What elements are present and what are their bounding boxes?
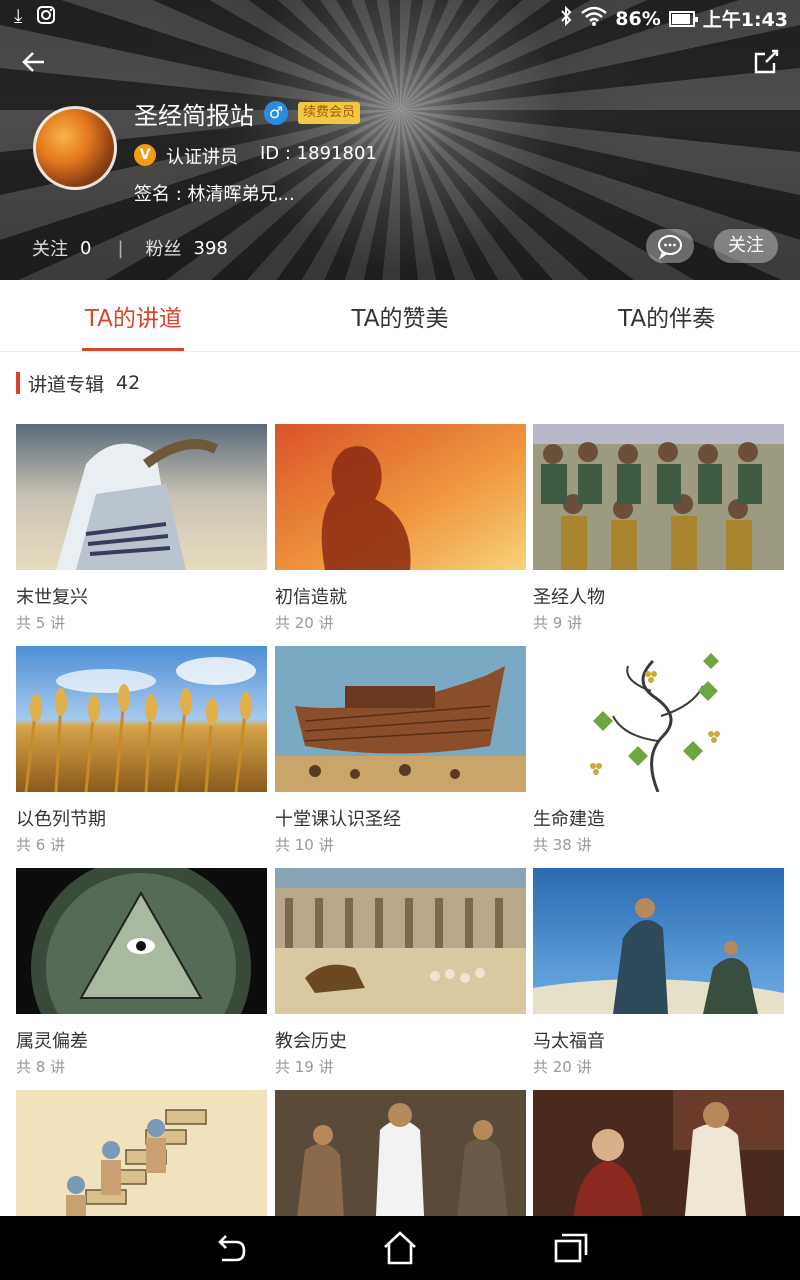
home-icon xyxy=(384,1231,416,1265)
album-lesson-count: 共 9 讲 xyxy=(533,614,583,632)
message-button[interactable] xyxy=(646,229,694,263)
album-lesson-count: 共 19 讲 xyxy=(275,1058,334,1076)
profile-stats: 关注 0 | 粉丝 398 xyxy=(32,235,254,261)
album-title: 圣经人物 xyxy=(533,587,605,608)
album-thumbnail[interactable] xyxy=(533,646,784,792)
certification-label: 认证讲员 xyxy=(166,147,238,168)
nav-back-button[interactable] xyxy=(212,1230,248,1266)
album-thumbnail[interactable] xyxy=(16,1090,267,1236)
album-lesson-count: 共 38 讲 xyxy=(533,836,592,854)
bluetooth-icon xyxy=(559,5,573,31)
album-lesson-count: 共 5 讲 xyxy=(16,614,66,632)
album-title: 教会历史 xyxy=(275,1031,347,1052)
clock: 上午1:43 xyxy=(702,9,788,31)
album-thumbnail[interactable] xyxy=(16,646,267,792)
signature: 签名 : 林清晖弟兄... xyxy=(134,184,295,205)
section-title: 讲道专辑 xyxy=(28,373,105,396)
avatar[interactable] xyxy=(33,106,117,190)
back-button[interactable] xyxy=(20,48,52,80)
battery-percent: 86% xyxy=(615,7,661,30)
vip-badge: 续费会员 xyxy=(298,102,361,124)
section-count: 42 xyxy=(116,372,141,394)
album-lesson-count: 共 6 讲 xyxy=(16,836,66,854)
status-bar: ⤓ 86% 上午1:43 xyxy=(0,0,800,34)
album-thumbnail[interactable] xyxy=(275,1090,526,1236)
album-lesson-count: 共 20 讲 xyxy=(275,614,334,632)
wifi-icon xyxy=(581,6,608,31)
album-title: 以色列节期 xyxy=(16,809,106,830)
section-header: 讲道专辑 42 xyxy=(16,372,141,396)
tab-bar: TA的讲道 TA的赞美 TA的伴奏 xyxy=(0,286,800,352)
album-thumbnail[interactable] xyxy=(533,868,784,1014)
album-card[interactable]: 初信造就 共 20 讲 xyxy=(275,424,526,633)
tab-accompaniment[interactable]: TA的伴奏 xyxy=(533,286,800,351)
album-title: 生命建造 xyxy=(533,809,605,830)
album-thumbnail[interactable] xyxy=(533,424,784,570)
album-card[interactable]: 以色列节期 共 6 讲 xyxy=(16,646,267,855)
stats-separator: | xyxy=(117,237,124,259)
album-lesson-count: 共 20 讲 xyxy=(533,1058,592,1076)
tab-sermons[interactable]: TA的讲道 xyxy=(0,286,267,351)
verified-icon: V xyxy=(134,144,156,166)
profile-header: ⤓ 86% 上午1:43 圣经简报站 ♂ 续费会员 V 认证讲员 ID : 18… xyxy=(0,0,800,280)
album-title: 属灵偏差 xyxy=(16,1031,88,1052)
share-button[interactable] xyxy=(752,48,782,78)
album-card[interactable]: 十堂课认识圣经 共 10 讲 xyxy=(275,646,526,855)
user-id: ID : 1891801 xyxy=(260,143,377,164)
battery-icon xyxy=(668,10,698,27)
recents-icon xyxy=(554,1233,588,1263)
nav-back-icon xyxy=(218,1235,246,1262)
album-thumbnail[interactable] xyxy=(16,424,267,570)
followers-label[interactable]: 粉丝 xyxy=(146,235,182,261)
male-icon: ♂ xyxy=(264,101,288,125)
album-card[interactable]: 属灵偏差 共 8 讲 xyxy=(16,868,267,1077)
album-title: 马太福音 xyxy=(533,1031,605,1052)
album-title: 末世复兴 xyxy=(16,587,88,608)
share-icon xyxy=(754,49,779,74)
arrow-left-icon xyxy=(22,52,44,72)
album-title: 初信造就 xyxy=(275,587,347,608)
album-card[interactable]: 生命建造 共 38 讲 xyxy=(533,646,784,855)
album-thumbnail[interactable] xyxy=(275,646,526,792)
album-title: 十堂课认识圣经 xyxy=(275,809,401,830)
section-accent-bar xyxy=(16,372,20,394)
album-card[interactable]: 圣经人物 共 9 讲 xyxy=(533,424,784,633)
album-card[interactable]: 马太福音 共 20 讲 xyxy=(533,868,784,1077)
download-icon: ⤓ xyxy=(14,5,23,27)
album-lesson-count: 共 10 讲 xyxy=(275,836,334,854)
instagram-icon xyxy=(36,5,56,30)
album-card[interactable]: 教会历史 共 19 讲 xyxy=(275,868,526,1077)
followers-count[interactable]: 398 xyxy=(194,238,228,259)
album-thumbnail[interactable] xyxy=(533,1090,784,1236)
album-thumbnail[interactable] xyxy=(16,868,267,1014)
nav-recents-button[interactable] xyxy=(553,1230,589,1266)
album-card[interactable]: 末世复兴 共 5 讲 xyxy=(16,424,267,633)
album-thumbnail[interactable] xyxy=(275,424,526,570)
chat-bubble-icon xyxy=(658,235,682,260)
album-thumbnail[interactable] xyxy=(275,868,526,1014)
album-lesson-count: 共 8 讲 xyxy=(16,1058,66,1076)
nav-home-button[interactable] xyxy=(382,1230,418,1266)
tab-praise[interactable]: TA的赞美 xyxy=(267,286,534,351)
following-label[interactable]: 关注 xyxy=(32,235,68,261)
profile-name: 圣经简报站 xyxy=(134,102,254,130)
follow-button[interactable]: 关注 xyxy=(714,229,778,263)
following-count[interactable]: 0 xyxy=(80,238,91,259)
system-nav-bar xyxy=(0,1216,800,1280)
